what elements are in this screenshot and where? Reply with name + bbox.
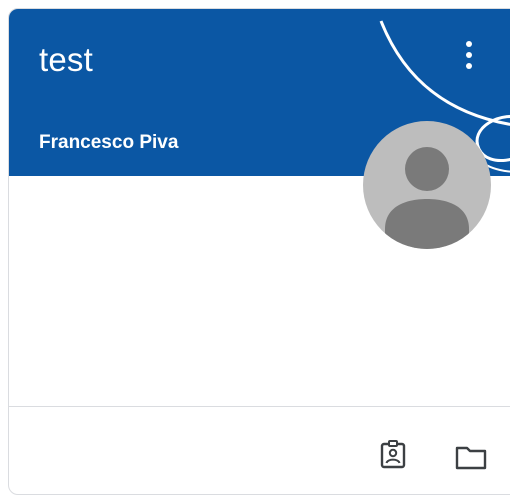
assignment-ind-icon xyxy=(380,440,406,469)
more-options-icon[interactable] xyxy=(459,37,479,75)
footer-divider xyxy=(9,406,510,407)
person-avatar-icon xyxy=(385,147,469,249)
open-folder-button[interactable] xyxy=(451,437,491,477)
class-card[interactable]: test Francesco Piva xyxy=(8,8,510,495)
teacher-avatar[interactable] xyxy=(363,121,491,249)
folder-icon xyxy=(455,446,487,470)
teacher-name: Francesco Piva xyxy=(39,132,179,153)
your-work-button[interactable] xyxy=(373,435,413,475)
class-title[interactable]: test xyxy=(39,41,93,79)
